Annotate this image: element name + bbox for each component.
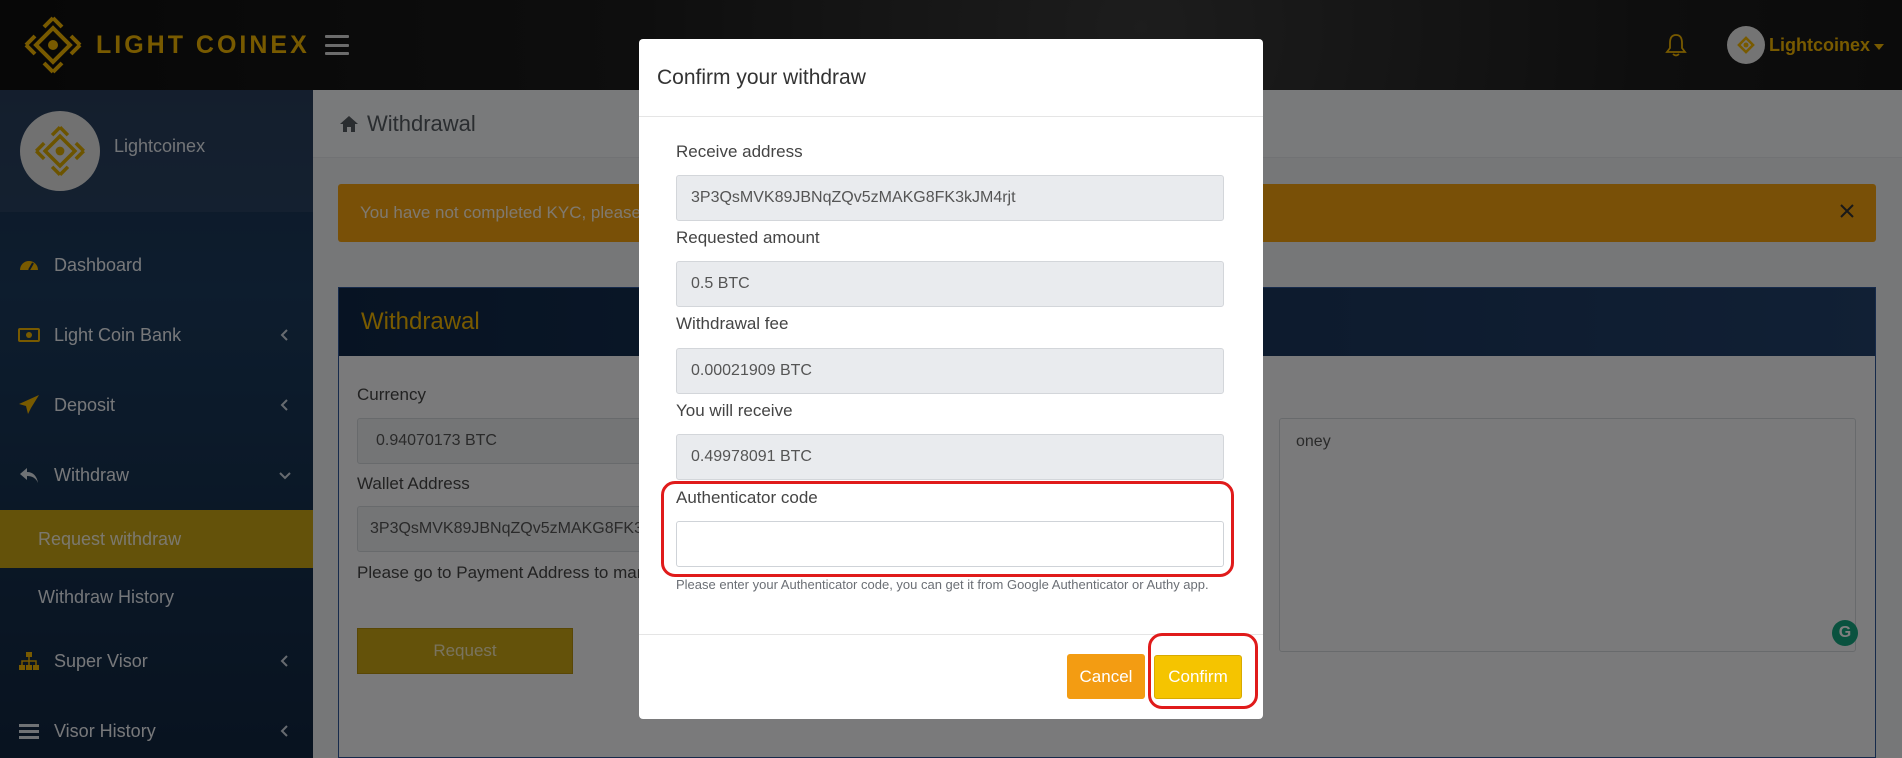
- receive-address-value: 3P3QsMVK89JBNqZQv5zMAKG8FK3kJM4rjt: [691, 189, 1016, 206]
- requested-amount-label: Requested amount: [676, 228, 820, 247]
- withdrawal-fee-value: 0.00021909 BTC: [691, 362, 812, 379]
- authenticator-highlight: [661, 481, 1234, 577]
- you-will-receive-label: You will receive: [676, 401, 793, 420]
- you-will-receive-value: 0.49978091 BTC: [691, 448, 812, 465]
- confirm-highlight: [1148, 633, 1258, 709]
- confirm-withdraw-modal: Confirm your withdraw Receive address 3P…: [639, 39, 1263, 719]
- receive-address-field: 3P3QsMVK89JBNqZQv5zMAKG8FK3kJM4rjt: [676, 175, 1224, 221]
- you-will-receive-field: 0.49978091 BTC: [676, 434, 1224, 480]
- cancel-button[interactable]: Cancel: [1067, 654, 1145, 699]
- modal-title: Confirm your withdraw: [657, 65, 866, 89]
- withdrawal-fee-label: Withdrawal fee: [676, 314, 789, 333]
- authenticator-help-text: Please enter your Authenticator code, yo…: [676, 577, 1209, 592]
- receive-address-label: Receive address: [676, 142, 803, 161]
- modal-header: Confirm your withdraw: [639, 39, 1263, 117]
- requested-amount-value: 0.5 BTC: [691, 275, 750, 292]
- withdrawal-fee-field: 0.00021909 BTC: [676, 348, 1224, 394]
- requested-amount-field: 0.5 BTC: [676, 261, 1224, 307]
